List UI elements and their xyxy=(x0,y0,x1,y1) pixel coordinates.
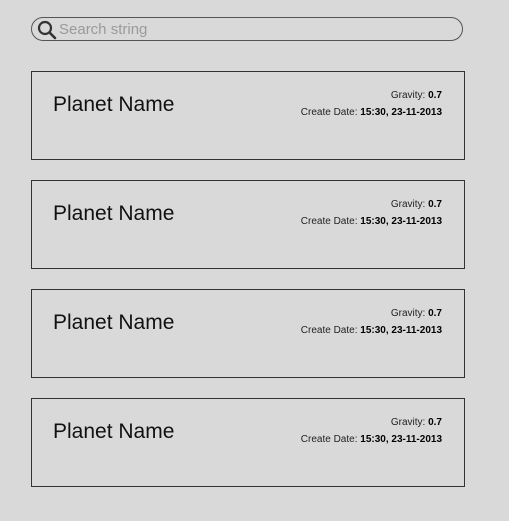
planet-name: Planet Name xyxy=(53,202,175,225)
gravity-value: 0.7 xyxy=(428,417,442,428)
planet-card[interactable]: Planet Name Gravity: 0.7 Create Date: 15… xyxy=(31,71,465,160)
gravity-label: Gravity: xyxy=(390,199,426,210)
planet-name: Planet Name xyxy=(53,420,175,443)
create-date-label: Create Date: xyxy=(300,325,358,336)
planet-meta: Gravity: 0.7 Create Date: 15:30, 23-11-2… xyxy=(301,414,442,448)
planet-meta: Gravity: 0.7 Create Date: 15:30, 23-11-2… xyxy=(301,87,442,121)
planet-card[interactable]: Planet Name Gravity: 0.7 Create Date: 15… xyxy=(31,289,465,378)
search-input[interactable] xyxy=(59,18,439,40)
gravity-label: Gravity: xyxy=(390,90,426,101)
gravity-row: Gravity: 0.7 xyxy=(301,305,442,322)
gravity-row: Gravity: 0.7 xyxy=(301,414,442,431)
gravity-value: 0.7 xyxy=(428,308,442,319)
planet-card[interactable]: Planet Name Gravity: 0.7 Create Date: 15… xyxy=(31,398,465,487)
gravity-label: Gravity: xyxy=(390,417,426,428)
search-icon[interactable] xyxy=(36,20,58,40)
planet-name: Planet Name xyxy=(53,93,175,116)
create-date-label: Create Date: xyxy=(300,216,358,227)
create-date-row: Create Date: 15:30, 23-11-2013 xyxy=(301,104,442,121)
create-date-value: 15:30, 23-11-2013 xyxy=(360,434,442,445)
search-bar[interactable] xyxy=(31,17,463,41)
planet-card[interactable]: Planet Name Gravity: 0.7 Create Date: 15… xyxy=(31,180,465,269)
planet-meta: Gravity: 0.7 Create Date: 15:30, 23-11-2… xyxy=(301,196,442,230)
create-date-row: Create Date: 15:30, 23-11-2013 xyxy=(301,431,442,448)
gravity-value: 0.7 xyxy=(428,199,442,210)
gravity-row: Gravity: 0.7 xyxy=(301,196,442,213)
create-date-row: Create Date: 15:30, 23-11-2013 xyxy=(301,213,442,230)
gravity-value: 0.7 xyxy=(428,90,442,101)
gravity-label: Gravity: xyxy=(390,308,426,319)
create-date-value: 15:30, 23-11-2013 xyxy=(360,325,442,336)
create-date-value: 15:30, 23-11-2013 xyxy=(360,107,442,118)
create-date-label: Create Date: xyxy=(300,434,358,445)
create-date-value: 15:30, 23-11-2013 xyxy=(360,216,442,227)
planet-meta: Gravity: 0.7 Create Date: 15:30, 23-11-2… xyxy=(301,305,442,339)
create-date-row: Create Date: 15:30, 23-11-2013 xyxy=(301,322,442,339)
create-date-label: Create Date: xyxy=(300,107,358,118)
planet-name: Planet Name xyxy=(53,311,175,334)
gravity-row: Gravity: 0.7 xyxy=(301,87,442,104)
